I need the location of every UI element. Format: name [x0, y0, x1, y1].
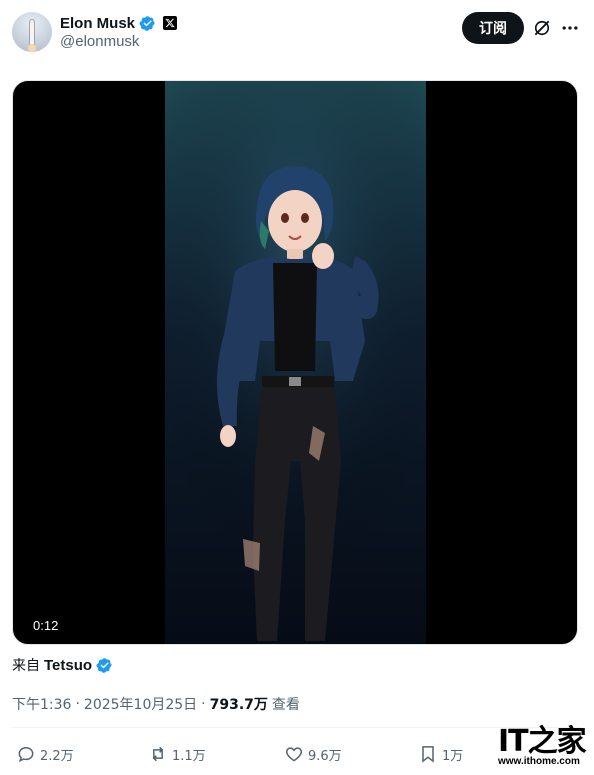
view-label: 查看: [271, 697, 300, 713]
more-options-icon[interactable]: [560, 18, 580, 38]
bookmark-button[interactable]: 1万: [418, 740, 463, 768]
grok-icon[interactable]: [532, 18, 552, 38]
video-duration: 0:12: [27, 614, 65, 636]
author-handle[interactable]: @elonmusk: [60, 33, 139, 50]
watermark-url: www.ithome.com: [498, 756, 580, 767]
author-display-name[interactable]: Elon Musk: [60, 15, 135, 32]
source-prefix: 来自: [12, 658, 40, 674]
reply-button[interactable]: 2.2万: [16, 740, 74, 768]
reply-count: 2.2万: [40, 748, 74, 764]
view-count: 793.7万: [209, 697, 268, 713]
reply-icon: [18, 746, 34, 763]
video-still-image: [165, 81, 426, 644]
ithome-watermark: IT之家 www.ithome.com: [498, 716, 590, 770]
source-name[interactable]: Tetsuo: [44, 657, 92, 674]
like-count: 9.6万: [308, 748, 342, 764]
meta-separator: ·: [201, 696, 206, 712]
divider: [12, 727, 582, 728]
bookmark-count: 1万: [442, 748, 464, 764]
author-name-row[interactable]: Elon Musk: [60, 13, 178, 33]
tweet-date[interactable]: 2025年10月25日: [84, 694, 197, 714]
video-player[interactable]: 0:12: [12, 80, 578, 645]
repost-button[interactable]: 1.1万: [148, 740, 206, 768]
meta-separator: ·: [75, 696, 80, 712]
watermark-logo: IT之家: [498, 724, 587, 759]
repost-icon: [152, 746, 164, 762]
avatar[interactable]: [12, 12, 52, 52]
heart-icon: [285, 747, 303, 762]
action-bar: 2.2万 1.1万 9.6万 1万: [12, 740, 582, 768]
like-button[interactable]: 9.6万: [284, 740, 342, 768]
tweet-time[interactable]: 下午1:36: [12, 694, 71, 714]
bookmark-icon: [422, 746, 434, 763]
tweet-meta: 下午1:36 · 2025年10月25日 · 793.7万 查看: [12, 694, 300, 714]
repost-count: 1.1万: [172, 748, 206, 764]
verified-badge-icon: [96, 657, 112, 673]
subscribe-button[interactable]: 订阅: [462, 12, 524, 44]
x-logo-icon: [163, 16, 178, 30]
video-frame[interactable]: [165, 81, 426, 644]
verified-badge-icon: [139, 15, 155, 31]
tweet-header: Elon Musk @elonmusk 订阅: [0, 0, 594, 70]
source-attribution: 来自 Tetsuo: [12, 655, 113, 675]
